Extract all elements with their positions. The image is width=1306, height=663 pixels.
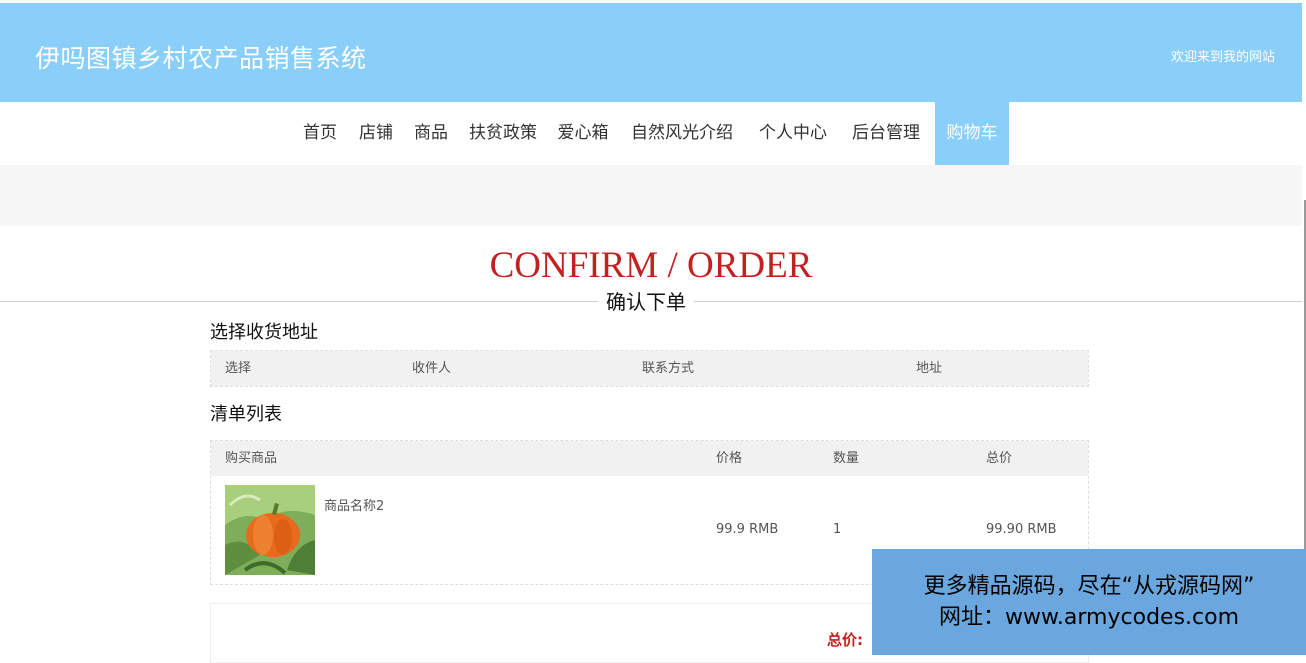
address-table-header: 选择 收件人 联系方式 地址 [211,351,1088,386]
watermark-line-2: 网址：www.armycodes.com [938,605,1240,630]
welcome-text: 欢迎来到我的网站 [1170,50,1275,65]
nav-item-admin[interactable]: 后台管理 [845,102,927,165]
product-image[interactable] [225,485,315,575]
column-header-quantity: 数量 [833,451,860,466]
address-table: 选择 收件人 联系方式 地址 [210,350,1089,387]
column-header-select: 选择 [225,361,252,376]
site-title[interactable]: 伊吗图镇乡村农产品销售系统 [35,39,367,75]
nav-item-shops[interactable]: 店铺 [349,102,403,165]
column-header-contact: 联系方式 [642,361,695,376]
watermark-line-1: 更多精品源码，尽在“从戎源码网” [923,574,1255,599]
nav-item-products[interactable]: 商品 [404,102,458,165]
page-subtitle: 确认下单 [598,289,694,315]
nav-item-cart[interactable]: 购物车 [935,102,1009,165]
column-header-price: 价格 [716,451,743,466]
nav-item-personal-center[interactable]: 个人中心 [752,102,834,165]
main-nav: 首页 店铺 商品 扶贫政策 爱心箱 自然风光介绍 个人中心 后台管理 购物车 [0,102,1302,165]
order-table-header: 购买商品 价格 数量 总价 [211,441,1088,476]
banner-area [0,165,1302,226]
product-name[interactable]: 商品名称2 [324,495,384,514]
total-price-label: 总价: [827,631,863,649]
product-price: 99.9 RMB [716,522,779,537]
address-section-heading: 选择收货地址 [210,322,318,343]
column-header-total: 总价 [986,451,1013,466]
nav-item-scenery[interactable]: 自然风光介绍 [622,102,742,165]
nav-item-poverty-policy[interactable]: 扶贫政策 [462,102,544,165]
column-header-recipient: 收件人 [412,361,452,376]
watermark-banner: 更多精品源码，尽在“从戎源码网” 网址：www.armycodes.com [872,549,1306,655]
column-header-address: 地址 [916,361,943,376]
nav-item-love-box[interactable]: 爱心箱 [550,102,616,165]
product-total: 99.90 RMB [986,522,1057,537]
column-header-product: 购买商品 [225,451,278,466]
header-bar: 伊吗图镇乡村农产品销售系统 欢迎来到我的网站 [0,3,1302,102]
nav-item-home[interactable]: 首页 [293,102,347,165]
page-title: CONFIRM / ORDER [489,245,813,286]
list-section-heading: 清单列表 [210,404,282,425]
product-quantity: 1 [833,522,842,537]
